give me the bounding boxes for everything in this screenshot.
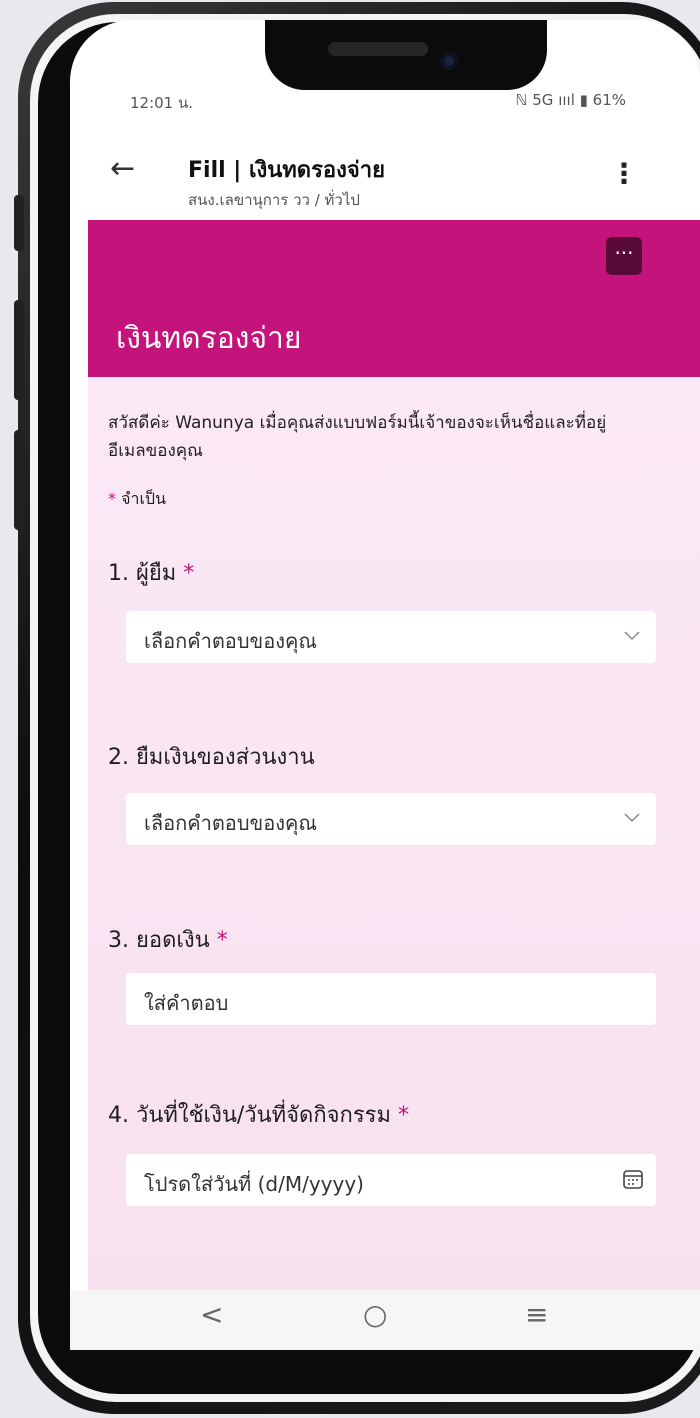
question-1-dropdown[interactable]: เลือกคำตอบของคุณ [126, 611, 656, 663]
question-3-text: 3. ยอดเงิน [108, 928, 210, 953]
app-header: ← Fill | เงินทดรองจ่าย สนง.เลขานุการ วว … [70, 116, 700, 220]
question-4-date-input[interactable]: โปรดใส่วันที่ (d/M/yyyy) [126, 1154, 656, 1206]
question-3-required: * [216, 928, 228, 953]
nav-home-button[interactable]: ○ [363, 1298, 387, 1331]
question-1-label: 1. ผู้ยืม * [108, 555, 194, 590]
form-title: เงินทดรองจ่าย [116, 321, 302, 356]
required-note-text: จำเป็น [121, 489, 167, 508]
required-star: * [108, 489, 116, 508]
status-time: 12:01 น. [130, 94, 194, 112]
chevron-down-icon [624, 631, 640, 641]
question-2-label: 2. ยืมเงินของส่วนงาน [108, 739, 315, 774]
phone-screen: 12:01 น. ℕ 5G ıııl ▮ 61% ← Fill | เงินทด… [70, 20, 700, 1350]
question-4-required: * [398, 1103, 410, 1128]
question-4-label: 4. วันที่ใช้เงิน/วันที่จัดกิจกรรม * [108, 1097, 409, 1132]
page-title: Fill | เงินทดรองจ่าย [188, 158, 386, 183]
nav-back-button[interactable]: < [200, 1298, 223, 1331]
form-banner: ··· เงินทดรองจ่าย [88, 220, 700, 377]
nav-recents-button[interactable]: ≡ [525, 1298, 548, 1331]
arrow-left-icon[interactable]: ← [110, 154, 135, 184]
question-1-placeholder: เลือกคำตอบของคุณ [144, 629, 317, 653]
greeting-text: สวัสดีค่ะ Wanunya เมื่อคุณส่งแบบฟอร์มนี้… [108, 413, 607, 461]
required-note: * จำเป็น [108, 487, 166, 512]
more-vertical-icon[interactable]: ⋮ [610, 160, 638, 188]
question-2-dropdown[interactable]: เลือกคำตอบของคุณ [126, 793, 656, 845]
question-2-text: 2. ยืมเงินของส่วนงาน [108, 745, 315, 770]
question-3-input[interactable]: ใส่คำตอบ [126, 973, 656, 1025]
question-3-label: 3. ยอดเงิน * [108, 922, 228, 957]
question-3-placeholder: ใส่คำตอบ [144, 991, 229, 1015]
form-body: สวัสดีค่ะ Wanunya เมื่อคุณส่งแบบฟอร์มนี้… [88, 377, 700, 1300]
banner-more-button[interactable]: ··· [606, 237, 642, 275]
question-1-required: * [183, 561, 195, 586]
question-4-placeholder: โปรดใส่วันที่ (d/M/yyyy) [144, 1172, 364, 1196]
mute-switch [14, 195, 24, 251]
speaker-grill [328, 42, 428, 56]
question-4-text: 4. วันที่ใช้เงิน/วันที่จัดกิจกรรม [108, 1103, 392, 1128]
chevron-down-icon [624, 813, 640, 823]
calendar-icon[interactable] [622, 1168, 644, 1190]
volume-down-button [14, 430, 24, 530]
volume-up-button [14, 300, 24, 400]
front-camera [440, 52, 458, 70]
page-subtitle: สนง.เลขานุการ วว / ทั่วไป [188, 191, 360, 209]
system-nav-bar: < ○ ≡ [70, 1290, 700, 1350]
question-1-text: 1. ผู้ยืม [108, 561, 177, 586]
question-2-placeholder: เลือกคำตอบของคุณ [144, 811, 317, 835]
status-icons: ℕ 5G ıııl ▮ 61% [515, 91, 626, 109]
notch [265, 20, 547, 90]
